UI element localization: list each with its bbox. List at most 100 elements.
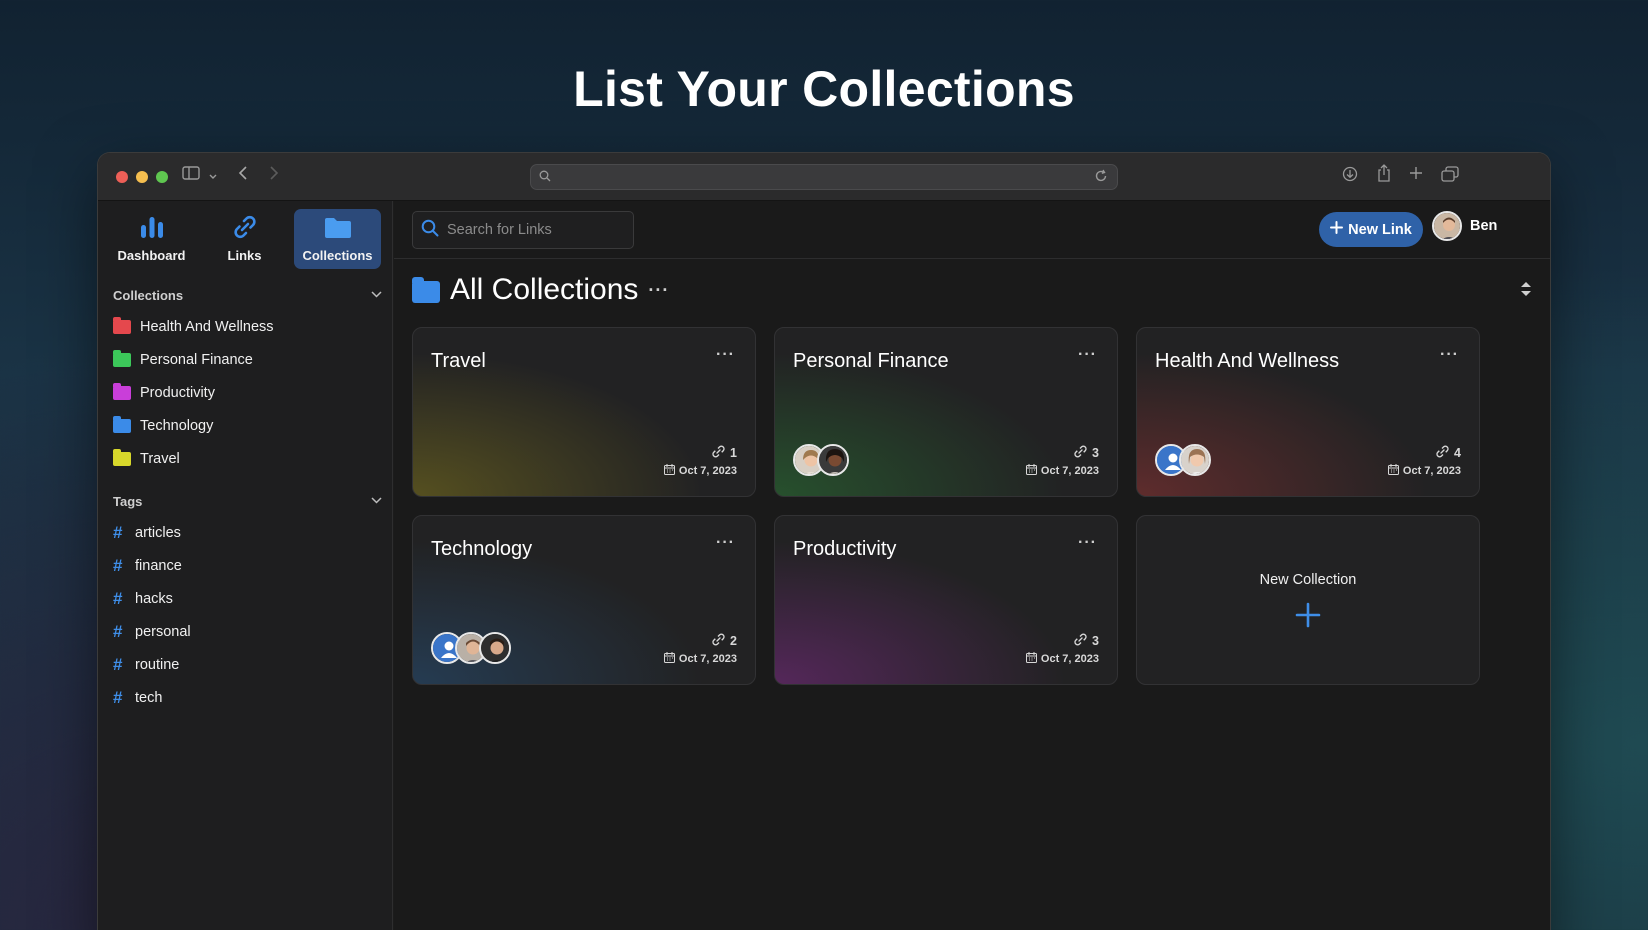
sidebar-item-label: Health And Wellness	[140, 318, 274, 335]
tab-links[interactable]: Links	[201, 209, 288, 269]
created-date: Oct 7, 2023	[678, 465, 737, 477]
new-tab-icon[interactable]	[1409, 166, 1423, 185]
card-meta: 3 Oct 7, 2023	[1025, 633, 1099, 666]
link-icon	[711, 633, 726, 649]
card-menu-icon[interactable]: ···	[716, 346, 735, 364]
tags-section-header[interactable]: Tags	[98, 489, 392, 513]
avatar	[479, 632, 511, 664]
created-date: Oct 7, 2023	[678, 653, 737, 665]
new-link-button[interactable]: New Link	[1319, 212, 1423, 247]
collection-card-technology[interactable]: Technology ··· 2 Oct 7, 2023	[412, 515, 756, 685]
search-box[interactable]	[412, 211, 634, 249]
new-collection-label: New Collection	[1259, 571, 1357, 588]
link-icon	[1435, 445, 1450, 461]
chevron-down-icon[interactable]	[371, 495, 382, 507]
avatar	[1179, 444, 1211, 476]
plus-icon	[1295, 602, 1321, 629]
collections-grid: Travel ··· 1 Oct 7, 2023 Personal Financ…	[412, 327, 1480, 685]
link-count: 4	[1454, 446, 1461, 460]
sidebar-item-label: Travel	[140, 450, 180, 467]
browser-titlebar	[98, 153, 1550, 201]
sidebar-tag-tech[interactable]: # tech	[98, 681, 392, 714]
sidebar-item-label: Personal Finance	[140, 351, 253, 368]
user-menu[interactable]: Ben	[1432, 211, 1497, 241]
collection-card-travel[interactable]: Travel ··· 1 Oct 7, 2023	[412, 327, 756, 497]
link-icon	[1073, 445, 1088, 461]
sidebar-tag-personal[interactable]: # personal	[98, 615, 392, 648]
tag-label: hacks	[135, 590, 173, 607]
more-options-icon[interactable]: ···	[648, 280, 669, 301]
collection-card-productivity[interactable]: Productivity ··· 3 Oct 7, 2023	[774, 515, 1118, 685]
calendar-icon	[1025, 652, 1037, 666]
sidebar-tag-hacks[interactable]: # hacks	[98, 582, 392, 615]
sidebar: Dashboard Links Collections Collections	[98, 201, 393, 930]
folder-icon	[113, 448, 131, 466]
folder-icon	[324, 215, 352, 242]
tag-label: articles	[135, 524, 181, 541]
chevron-down-icon[interactable]	[209, 168, 217, 186]
search-input[interactable]	[447, 222, 617, 238]
forward-icon[interactable]	[269, 166, 279, 185]
sidebar-tag-articles[interactable]: # articles	[98, 516, 392, 549]
user-name: Ben	[1470, 218, 1498, 234]
tab-overview-icon[interactable]	[1441, 166, 1459, 187]
zoom-window-button[interactable]	[156, 170, 168, 183]
sidebar-item-travel[interactable]: Travel	[98, 442, 392, 475]
member-avatars	[431, 632, 511, 664]
back-icon[interactable]	[238, 166, 248, 185]
sidebar-item-technology[interactable]: Technology	[98, 409, 392, 442]
sidebar-item-label: Technology	[140, 417, 214, 434]
share-icon[interactable]	[1377, 164, 1391, 187]
main-content: New Link Ben All Collections ··· Travel …	[394, 201, 1550, 930]
sidebar-tag-finance[interactable]: # finance	[98, 549, 392, 582]
link-icon	[711, 445, 726, 461]
collection-card-health-and-wellness[interactable]: Health And Wellness ··· 4 Oct 7, 2023	[1136, 327, 1480, 497]
sidebar-item-productivity[interactable]: Productivity	[98, 376, 392, 409]
card-meta: 4 Oct 7, 2023	[1387, 445, 1461, 478]
link-count: 1	[730, 446, 737, 460]
link-count: 3	[1092, 634, 1099, 648]
link-count: 3	[1092, 446, 1099, 460]
address-bar[interactable]	[530, 164, 1118, 190]
hash-icon: #	[113, 621, 123, 641]
folder-icon	[113, 349, 131, 367]
card-menu-icon[interactable]: ···	[716, 534, 735, 552]
bar-chart-icon	[139, 215, 165, 242]
created-date: Oct 7, 2023	[1040, 653, 1099, 665]
hash-icon: #	[113, 687, 123, 707]
tab-collections-label: Collections	[302, 248, 373, 263]
calendar-icon	[1025, 464, 1037, 478]
card-menu-icon[interactable]: ···	[1440, 346, 1459, 364]
new-collection-card[interactable]: New Collection	[1136, 515, 1480, 685]
browser-window: Dashboard Links Collections Collections	[98, 153, 1550, 930]
sidebar-item-health-and-wellness[interactable]: Health And Wellness	[98, 310, 392, 343]
top-bar: New Link Ben	[394, 201, 1550, 259]
page-headline: List Your Collections	[573, 61, 1075, 117]
tab-collections[interactable]: Collections	[294, 209, 381, 269]
chevron-down-icon[interactable]	[371, 289, 382, 301]
sidebar-toggle-icon[interactable]	[182, 166, 200, 185]
collection-card-personal-finance[interactable]: Personal Finance ··· 3 Oct 7, 2023	[774, 327, 1118, 497]
download-icon[interactable]	[1342, 166, 1358, 187]
close-window-button[interactable]	[116, 170, 128, 183]
nav-tabs: Dashboard Links Collections	[98, 201, 392, 269]
card-menu-icon[interactable]: ···	[1078, 534, 1097, 552]
sidebar-tag-routine[interactable]: # routine	[98, 648, 392, 681]
minimize-window-button[interactable]	[136, 170, 148, 183]
page-header: All Collections ···	[412, 273, 669, 307]
reload-icon[interactable]	[1094, 169, 1108, 188]
sidebar-item-personal-finance[interactable]: Personal Finance	[98, 343, 392, 376]
card-menu-icon[interactable]: ···	[1078, 346, 1097, 364]
collections-section-header[interactable]: Collections	[98, 283, 392, 307]
tab-links-label: Links	[227, 248, 262, 263]
sort-icon[interactable]	[1520, 281, 1532, 297]
folder-icon	[412, 276, 440, 303]
folder-icon	[113, 316, 131, 334]
card-title: Travel	[431, 350, 486, 372]
tab-dashboard[interactable]: Dashboard	[108, 209, 195, 269]
calendar-icon	[663, 464, 675, 478]
card-title: Technology	[431, 538, 533, 560]
plus-icon	[1330, 221, 1344, 238]
tag-label: routine	[135, 656, 180, 673]
card-meta: 2 Oct 7, 2023	[663, 633, 737, 666]
